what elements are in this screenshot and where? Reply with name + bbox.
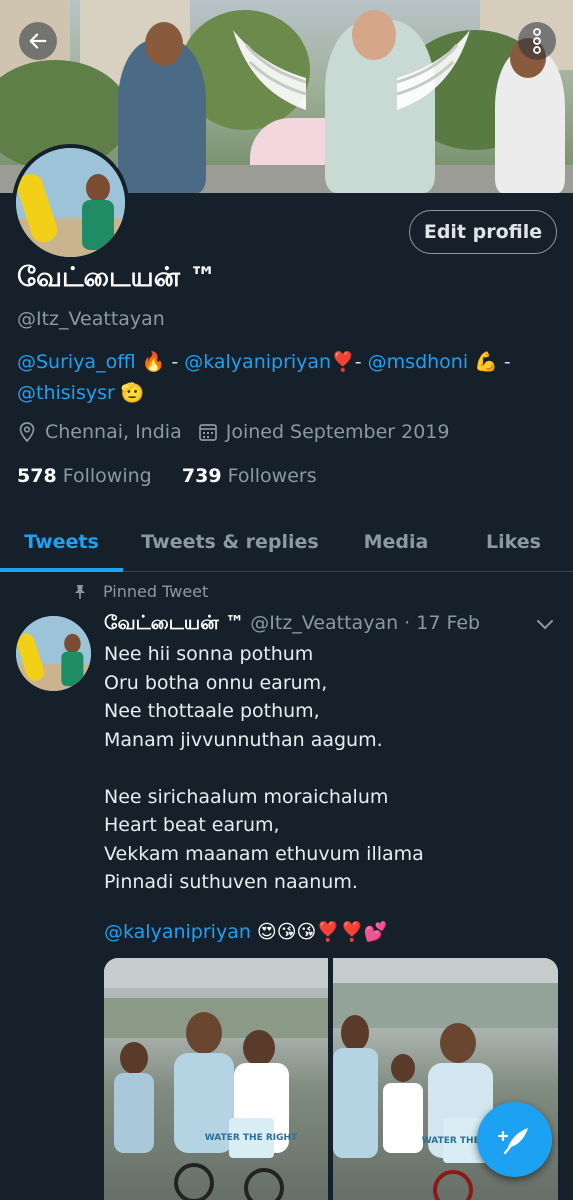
profile-handle: @Itz_Veattayan (17, 308, 165, 330)
bio-mention-link[interactable]: @Suriya_offl (17, 351, 136, 373)
tab-tweets[interactable]: Tweets (0, 512, 123, 572)
tweet-line: Heart beat earum, (104, 814, 280, 836)
active-tab-indicator (0, 568, 123, 572)
wing-right-graphic (396, 30, 470, 110)
profile-display-name: வேட்டையன் ™ (17, 262, 217, 293)
bio-mention-link[interactable]: @thisisysr (17, 382, 115, 404)
chevron-down-icon (537, 620, 553, 630)
tweet-line: Pinnadi suthuven naanum. (104, 871, 358, 893)
profile-avatar[interactable] (12, 144, 129, 261)
bio-mention-link[interactable]: @kalyanipriyan (184, 351, 331, 373)
media-photo-left: WATER THE RIGHT (104, 958, 328, 1200)
pinned-tweet-label: Pinned Tweet (74, 582, 208, 601)
profile-tabs: Tweets Tweets & replies Media Likes (0, 512, 573, 572)
banner-person-head (352, 10, 396, 60)
tweet-mention-link[interactable]: @kalyanipriyan (104, 921, 251, 943)
bio-text: 🔥 - (135, 351, 185, 373)
back-button[interactable] (19, 22, 57, 60)
tab-tweets-and-replies[interactable]: Tweets & replies (138, 512, 322, 572)
arrow-left-icon (29, 33, 47, 49)
avatar-photo (16, 616, 91, 691)
tweet-author-name[interactable]: வேட்டையன் ™ (104, 612, 244, 634)
avatar-photo (16, 148, 125, 257)
tweet-line: Nee hii sonna pothum (104, 643, 314, 665)
pin-icon (74, 584, 88, 600)
location-pin-icon (17, 421, 37, 443)
bio-mention-link[interactable]: @msdhoni (368, 351, 468, 373)
following-count: 578 (17, 465, 57, 487)
edit-profile-button[interactable]: Edit profile (409, 210, 557, 254)
profile-joined-date: Joined September 2019 (225, 421, 450, 443)
sign-text-left: WATER THE RIGHT (205, 1133, 298, 1143)
tweet-header: வேட்டையன் ™ @Itz_Veattayan · 17 Feb (104, 612, 480, 637)
compose-tweet-button[interactable] (477, 1102, 552, 1177)
banner-person-head (145, 22, 183, 66)
more-options-button[interactable] (518, 22, 556, 60)
following-label: Following (62, 465, 152, 487)
calendar-icon (198, 421, 218, 443)
tweet-author-meta: @Itz_Veattayan · 17 Feb (250, 612, 481, 634)
follow-counts: 578 Following 739 Followers (17, 465, 317, 487)
bio-text: ❣️- (331, 351, 368, 373)
followers-count: 739 (181, 465, 222, 487)
tweet-mention-line: @kalyanipriyan 😍😘😘❣️❣️💕 (104, 920, 387, 943)
profile-location: Chennai, India (45, 421, 182, 443)
bio-text: 💪 - (468, 351, 511, 373)
tweet-line: Oru botha onnu earum, (104, 671, 328, 694)
wing-left-graphic (233, 30, 307, 110)
following-link[interactable]: 578 Following (17, 465, 152, 487)
tweet-line: Nee sirichaalum moraichalum (104, 785, 389, 808)
followers-label: Followers (227, 465, 317, 487)
tweet-line: Manam jivvunnuthan aagum. (104, 728, 383, 751)
pinned-text: Pinned Tweet (103, 582, 209, 601)
tweet-media-image[interactable]: WATER THE RIGHT (104, 958, 328, 1200)
tweet-line: Vekkam maanam ethuvum illama (104, 842, 424, 865)
tweet-body: Nee hii sonna pothum Oru botha onnu earu… (104, 640, 554, 897)
bio-text: 🫡 (114, 382, 145, 404)
profile-meta: Chennai, India Joined September 2019 (17, 421, 449, 443)
more-vertical-icon (533, 28, 541, 54)
tweet-emojis: 😍😘😘❣️❣️💕 (250, 921, 388, 943)
tweet-options-button[interactable] (536, 616, 554, 635)
tweet-author-avatar[interactable] (16, 616, 91, 691)
tab-media[interactable]: Media (346, 512, 446, 572)
compose-feather-icon (497, 1127, 528, 1154)
tweet-line: Nee thottaale pothum, (104, 700, 320, 722)
profile-bio: @Suriya_offl 🔥 - @kalyanipriyan❣️- @msdh… (17, 347, 557, 409)
followers-link[interactable]: 739 Followers (182, 465, 317, 487)
tab-likes[interactable]: Likes (466, 512, 561, 572)
tweet-line (104, 754, 554, 783)
